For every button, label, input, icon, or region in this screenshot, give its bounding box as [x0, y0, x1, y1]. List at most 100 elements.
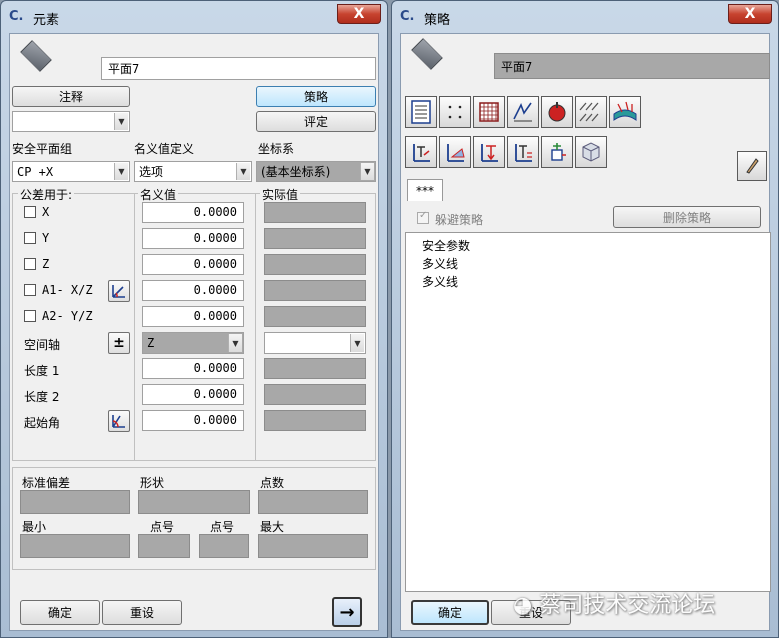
multi-scan-tool[interactable] [575, 96, 607, 128]
chevron-down-icon: ▼ [360, 163, 374, 180]
coord-system-label: 坐标系 [258, 142, 295, 156]
ok-button[interactable]: 确定 [20, 600, 100, 625]
grid-icon [479, 102, 499, 122]
scan-path-tool[interactable] [507, 96, 539, 128]
safety-plane-select[interactable]: CP +X ▼ [12, 161, 130, 182]
min-field [20, 534, 130, 558]
length1-label: 长度 1 [24, 364, 60, 378]
axis-tool[interactable] [405, 136, 437, 168]
z-checkbox[interactable] [24, 258, 36, 270]
edit-tool[interactable] [737, 151, 767, 181]
delete-strategy-button[interactable]: 删除策略 [613, 206, 761, 228]
chevron-down-icon: ▼ [236, 163, 250, 180]
annotation-select[interactable]: ▼ [12, 111, 130, 132]
y-checkbox[interactable] [24, 232, 36, 244]
plane-probe-icon [447, 144, 465, 162]
grid-tool[interactable] [473, 96, 505, 128]
list-item[interactable]: 多义线 [406, 255, 770, 273]
angle-a1-button[interactable] [108, 280, 130, 302]
avoid-strategy-checkbox[interactable]: ✓ [417, 210, 429, 224]
strategy-list[interactable]: 安全参数 多义线 多义线 [405, 232, 771, 592]
a1-nominal-input[interactable]: 0.0000 [142, 280, 244, 301]
probe-down-tool[interactable] [473, 136, 505, 168]
probe-down-icon [481, 144, 498, 162]
min-label: 最小 [22, 520, 47, 534]
strategy-window: C. 策略 X 平面7 *** ✓ 躲避策略 删除策略 安全参数 多义线 多义线… [391, 0, 779, 638]
shape-field [138, 490, 250, 514]
y-label: Y [42, 231, 50, 245]
z-label: Z [42, 257, 50, 271]
nominal-def-label: 名义值定义 [134, 142, 195, 156]
length2-nominal-input[interactable]: 0.0000 [142, 384, 244, 405]
space-axis-select[interactable]: Z ▼ [142, 332, 244, 354]
column-divider [255, 193, 256, 461]
z-actual-field [264, 254, 366, 275]
element-name-field[interactable]: 平面7 [101, 57, 376, 80]
min-point-no-field [138, 534, 190, 558]
strategy-window-title: 策略 [424, 13, 451, 28]
x-actual-field [264, 202, 366, 223]
probe-depth-tool[interactable] [507, 136, 539, 168]
tab-strategy-default[interactable]: *** [407, 179, 443, 201]
app-icon: C. [9, 9, 24, 24]
text-list-tool[interactable] [405, 96, 437, 128]
space-axis-label: 空间轴 [24, 338, 61, 352]
avoid-strategy-label: 躲避策略 [435, 213, 484, 227]
plane-icon [411, 38, 443, 70]
nominal-column-label: 名义值 [138, 186, 179, 203]
y-nominal-input[interactable]: 0.0000 [142, 228, 244, 249]
nominal-def-select[interactable]: 选项 ▼ [134, 161, 252, 182]
coord-system-select[interactable]: (基本坐标系) ▼ [256, 161, 376, 182]
strategy-name-field: 平面7 [494, 53, 770, 79]
a1-checkbox[interactable] [24, 284, 36, 296]
safety-plane-label: 安全平面组 [12, 142, 73, 156]
points-field [258, 490, 368, 514]
std-dev-label: 标准偏差 [22, 476, 71, 490]
angle-icon [112, 285, 125, 298]
annotation-button[interactable]: 注释 [12, 86, 130, 107]
evaluate-button[interactable]: 评定 [256, 111, 376, 132]
list-item[interactable]: 安全参数 [406, 237, 770, 255]
element-titlebar[interactable]: C. 元素 X [1, 1, 387, 33]
chevron-down-icon: ▼ [114, 163, 128, 180]
next-button[interactable]: → [332, 597, 362, 627]
multi-scan-icon [579, 102, 599, 122]
a2-checkbox[interactable] [24, 310, 36, 322]
start-angle-nominal-input[interactable]: 0.0000 [142, 410, 244, 431]
element-close-button[interactable]: X [337, 4, 381, 24]
strategy-ok-button[interactable]: 确定 [411, 600, 489, 625]
start-angle-button[interactable] [108, 410, 130, 432]
points-tool[interactable] [439, 96, 471, 128]
y-actual-field [264, 228, 366, 249]
sphere-tool[interactable] [541, 96, 573, 128]
list-icon [411, 100, 431, 124]
space-axis-actual-select[interactable]: ▼ [264, 332, 366, 354]
plane-icon [20, 40, 52, 72]
scan-path-icon [513, 102, 532, 122]
chevron-down-icon: ▼ [350, 334, 364, 352]
strategy-close-button[interactable]: X [728, 4, 772, 24]
length1-nominal-input[interactable]: 0.0000 [142, 358, 244, 379]
plusminus-button[interactable]: ± [108, 332, 130, 354]
chevron-down-icon: ▼ [114, 113, 128, 130]
x-checkbox[interactable] [24, 206, 36, 218]
cube-tool[interactable] [575, 136, 607, 168]
probe-depth-icon [515, 144, 532, 162]
clearance-tool[interactable] [541, 136, 573, 168]
strategy-client-area: 平面7 *** ✓ 躲避策略 删除策略 安全参数 多义线 多义线 确定 重设 ◕… [400, 33, 771, 631]
strategy-titlebar[interactable]: C. 策略 X [392, 1, 778, 33]
reset-button[interactable]: 重设 [102, 600, 182, 625]
sphere-icon [548, 102, 566, 122]
x-nominal-input[interactable]: 0.0000 [142, 202, 244, 223]
surface-tool[interactable] [609, 96, 641, 128]
z-nominal-input[interactable]: 0.0000 [142, 254, 244, 275]
plane-probe-tool[interactable] [439, 136, 471, 168]
watermark: ◕ 蔡司技术交流论坛 [513, 593, 716, 618]
x-label: X [42, 205, 50, 219]
start-angle-label: 起始角 [24, 416, 61, 430]
strategy-button[interactable]: 策略 [256, 86, 376, 107]
a2-nominal-input[interactable]: 0.0000 [142, 306, 244, 327]
list-item[interactable]: 多义线 [406, 273, 770, 291]
a2-label: A2- Y/Z [42, 309, 93, 323]
min-point-no-label: 点号 [150, 520, 175, 534]
